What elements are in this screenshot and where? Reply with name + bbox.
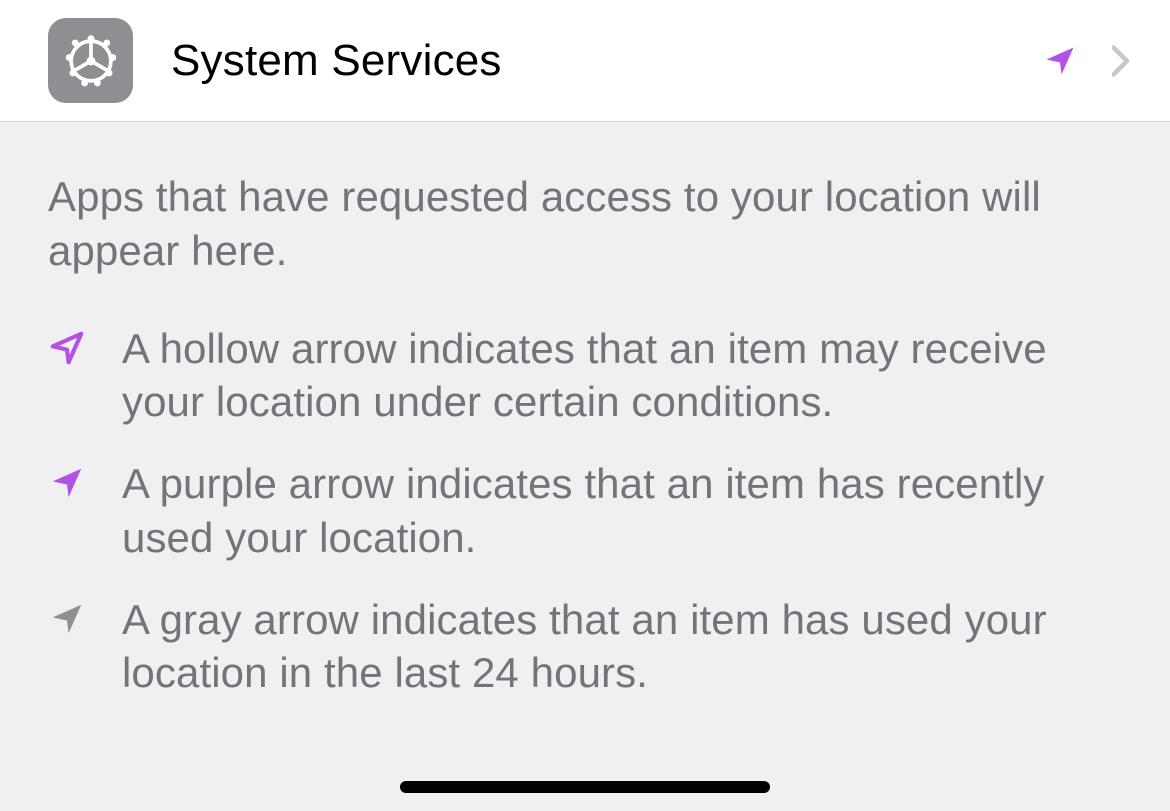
home-indicator[interactable] (400, 781, 770, 793)
legend-item-hollow: A hollow arrow indicates that an item ma… (48, 322, 1122, 430)
legend-text: A hollow arrow indicates that an item ma… (122, 322, 1122, 430)
gear-icon (60, 30, 122, 92)
footer-explanation: Apps that have requested access to your … (0, 122, 1170, 700)
location-arrow-purple-icon (48, 464, 86, 502)
location-arrow-gray-icon (48, 600, 86, 638)
footer-intro-text: Apps that have requested access to your … (48, 170, 1122, 278)
legend-item-gray: A gray arrow indicates that an item has … (48, 593, 1122, 701)
legend-item-purple: A purple arrow indicates that an item ha… (48, 457, 1122, 565)
settings-gear-icon (48, 18, 133, 103)
row-title-label: System Services (171, 36, 1042, 86)
location-arrow-filled-icon (1042, 43, 1078, 79)
location-arrow-hollow-icon (48, 329, 86, 367)
system-services-row[interactable]: System Services (0, 0, 1170, 122)
legend-text: A gray arrow indicates that an item has … (122, 593, 1122, 701)
chevron-right-icon (1112, 45, 1130, 77)
legend-text: A purple arrow indicates that an item ha… (122, 457, 1122, 565)
legend-list: A hollow arrow indicates that an item ma… (48, 322, 1122, 701)
